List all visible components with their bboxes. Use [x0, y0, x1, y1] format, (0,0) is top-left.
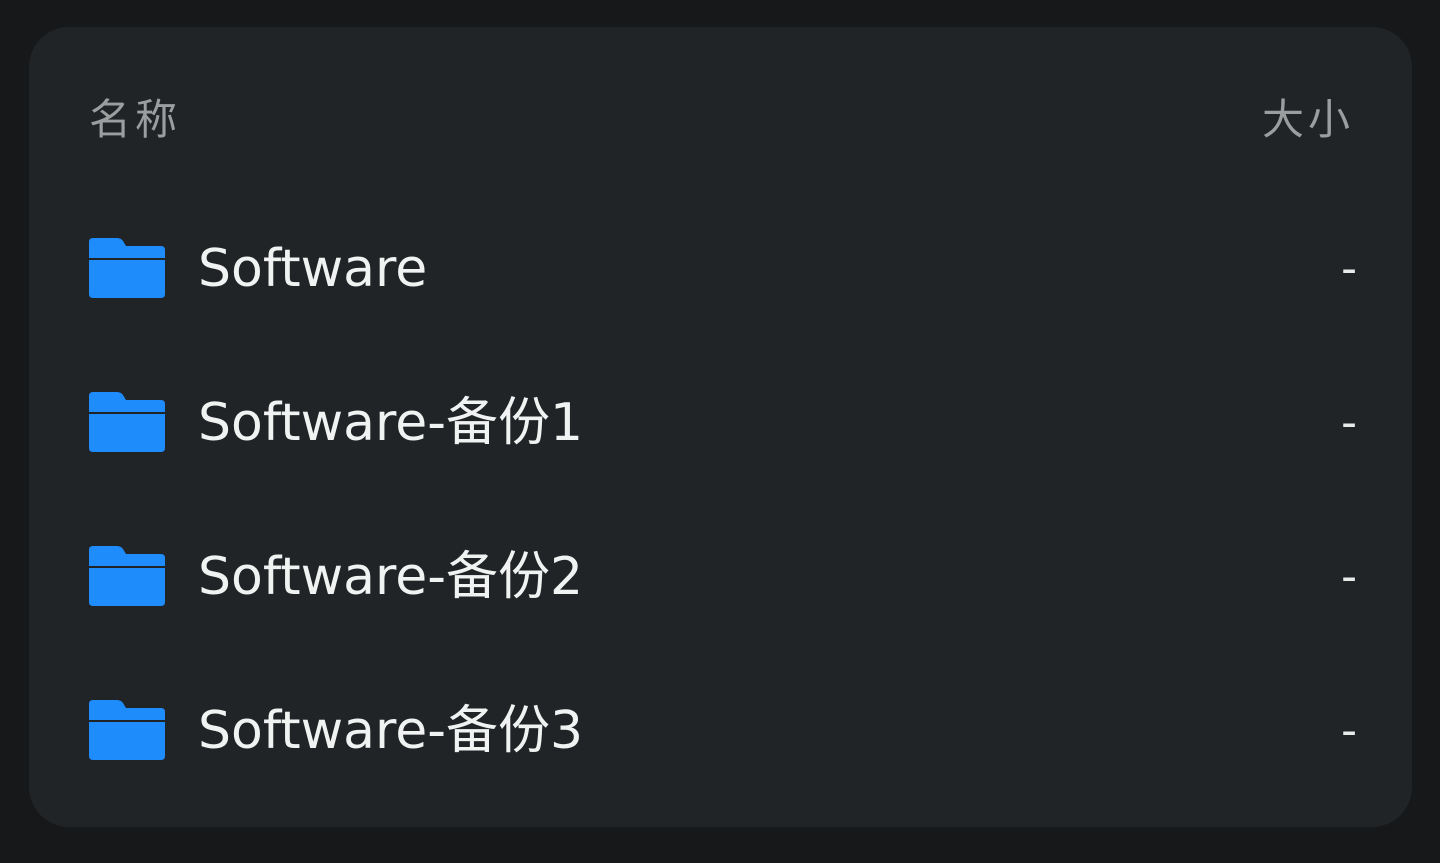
file-name: Software-备份1: [198, 393, 584, 453]
folder-icon: [87, 544, 167, 608]
file-name: Software-备份2: [198, 547, 584, 607]
list-item[interactable]: Software-备份1 -: [29, 348, 1412, 502]
folder-icon: [87, 390, 167, 454]
folder-icon: [87, 236, 167, 300]
list-item[interactable]: Software-备份2 -: [29, 502, 1412, 656]
file-size: -: [1341, 397, 1357, 448]
file-size: -: [1341, 705, 1357, 756]
folder-icon: [87, 698, 167, 762]
file-list-panel: 名称 大小 Software - Software-备份1 - Software…: [29, 27, 1412, 827]
list-header: 名称 大小: [29, 27, 1412, 217]
file-size: -: [1341, 551, 1357, 602]
file-size: -: [1341, 243, 1357, 294]
list-item[interactable]: Software -: [29, 194, 1412, 348]
file-list: Software - Software-备份1 - Software-备份2 -: [29, 194, 1412, 810]
file-name: Software: [198, 239, 428, 299]
column-header-size[interactable]: 大小: [1262, 95, 1354, 145]
file-name: Software-备份3: [198, 701, 584, 761]
column-header-name[interactable]: 名称: [89, 95, 181, 145]
list-item[interactable]: Software-备份3 -: [29, 656, 1412, 810]
